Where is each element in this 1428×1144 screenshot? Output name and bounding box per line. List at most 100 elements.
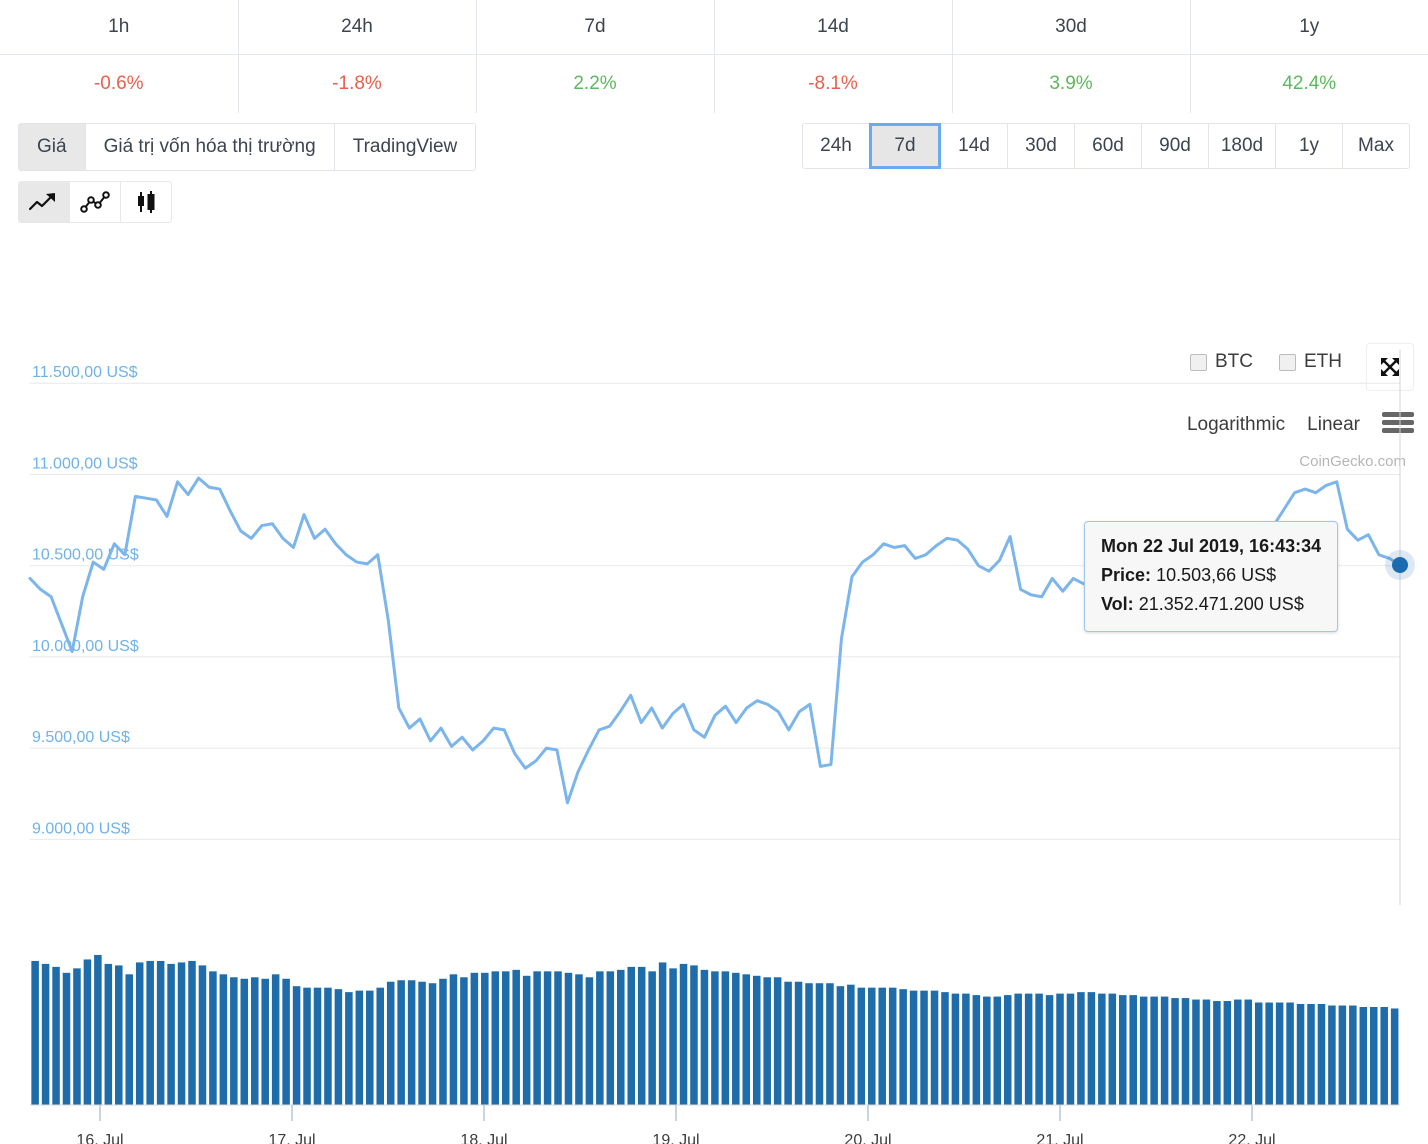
range-button-30d[interactable]: 30d [1007,123,1075,169]
volume-bar [868,987,876,1105]
volume-bar [219,974,228,1105]
table-value-row: -0.6% -1.8% 2.2% -8.1% 3.9% 42.4% [0,54,1428,113]
table-header-24h: 24h [237,0,477,55]
y-axis-label: 11.000,00 US$ [32,455,138,472]
volume-bar [805,983,813,1105]
volume-bar [198,965,207,1105]
table-header-1h: 1h [0,0,239,55]
volume-bar [1181,998,1190,1105]
candlestick-icon [138,191,155,213]
volume-bar [1275,1002,1284,1105]
table-header-1y: 1y [1189,0,1428,55]
performance-table: 1h 24h 7d 14d 30d 1y -0.6% -1.8% 2.2% -8… [0,0,1428,113]
volume-bar [386,981,395,1105]
range-button-90d[interactable]: 90d [1141,123,1209,169]
volume-bar [1338,1005,1347,1105]
x-axis-label: 17. Jul [268,1132,315,1144]
volume-bar [1077,992,1085,1105]
volume-bar [972,995,981,1105]
price-volume-chart: 9.000,00 US$ 9.500,00 US$ 10.000,00 US$ 10.… [0,340,1428,1144]
volume-bar [1349,1005,1357,1105]
volume-bar [732,972,740,1105]
volume-bar [888,987,897,1105]
table-header-30d: 30d [951,0,1191,55]
volume-bar [512,969,520,1105]
volume-bar [177,962,186,1105]
volume-bar [1317,1004,1326,1105]
candlestick-icon-button[interactable] [120,181,172,223]
x-axis-label: 16. Jul [76,1132,123,1144]
volume-bar [1066,993,1075,1105]
volume-bar [1014,993,1022,1105]
line-trend-icon-button[interactable] [18,181,70,223]
volume-bar [1192,999,1200,1105]
tab-tradingview[interactable]: TradingView [333,123,477,171]
volume-bar [94,955,102,1105]
volume-bar [376,987,384,1105]
tooltip-datetime: Mon 22 Jul 2019, 16:43:34 [1101,532,1321,561]
chart-toolbar: Giá Giá trị vốn hóa thị trường TradingVi… [0,113,1428,470]
tooltip-vol-row: Vol: 21.352.471.200 US$ [1101,590,1321,619]
volume-bar [167,963,175,1105]
volume-bar [1056,993,1064,1105]
x-axis-label: 22. Jul [1228,1132,1275,1144]
volume-bar [983,996,991,1105]
volume-bar [826,983,834,1105]
tooltip-price-label: Price: [1101,565,1152,585]
volume-bar [1369,1006,1378,1105]
volume-bar [930,990,939,1105]
volume-bar [240,978,249,1105]
volume-bar [1380,1006,1388,1105]
range-button-60d[interactable]: 60d [1074,123,1142,169]
perf-value-7d: 2.2% [475,54,715,113]
volume-bar [481,972,489,1105]
perf-value-14d: -8.1% [713,54,953,113]
volume-bar [857,987,866,1105]
volume-bar [355,990,364,1105]
tab-market-cap[interactable]: Giá trị vốn hóa thị trường [84,123,335,171]
volume-bar [125,974,134,1105]
range-button-max[interactable]: Max [1342,123,1410,169]
line-trend-icon [29,193,55,211]
volume-bar [41,963,50,1105]
volume-bar [271,974,280,1105]
volume-bar [669,968,677,1105]
perf-value-24h: -1.8% [237,54,477,113]
volume-bar [1390,1008,1399,1105]
x-axis-label: 21. Jul [1036,1132,1083,1144]
volume-bar [721,971,730,1105]
volume-bar [1003,995,1012,1105]
volume-bar [470,972,479,1105]
volume-bar [1035,993,1043,1105]
range-button-1y[interactable]: 1y [1275,123,1343,169]
volume-bar [428,983,437,1105]
volume-bar [993,996,1002,1105]
volume-bar [460,977,468,1105]
range-button-7d[interactable]: 7d [869,123,941,169]
chart-source-tabs: Giá Giá trị vốn hóa thị trường TradingVi… [18,123,477,171]
range-button-24h[interactable]: 24h [802,123,870,169]
range-button-180d[interactable]: 180d [1208,123,1276,169]
volume-bar [596,971,604,1105]
chart-canvas[interactable]: 9.000,00 US$ 9.500,00 US$ 10.000,00 US$ 10.… [0,340,1428,1144]
volume-bar [1307,1004,1315,1105]
table-header-14d: 14d [713,0,953,55]
volume-bar [564,972,573,1105]
volume-bar [1213,1001,1221,1105]
scatter-line-icon-button[interactable] [69,181,121,223]
tooltip-vol-label: Vol: [1101,594,1134,614]
volume-bar [711,971,719,1105]
volume-bar [135,962,144,1105]
volume-bar [899,989,907,1105]
volume-bar [334,989,343,1105]
volume-bar [407,980,416,1105]
range-button-14d[interactable]: 14d [940,123,1008,169]
current-price-marker[interactable] [1392,556,1408,573]
tab-price[interactable]: Giá [18,123,86,171]
scatter-line-icon [80,191,110,213]
volume-bar [836,986,845,1105]
volume-bar [700,969,709,1105]
volume-bar [878,987,886,1105]
volume-bar [1129,995,1137,1105]
volume-bar [690,965,698,1105]
